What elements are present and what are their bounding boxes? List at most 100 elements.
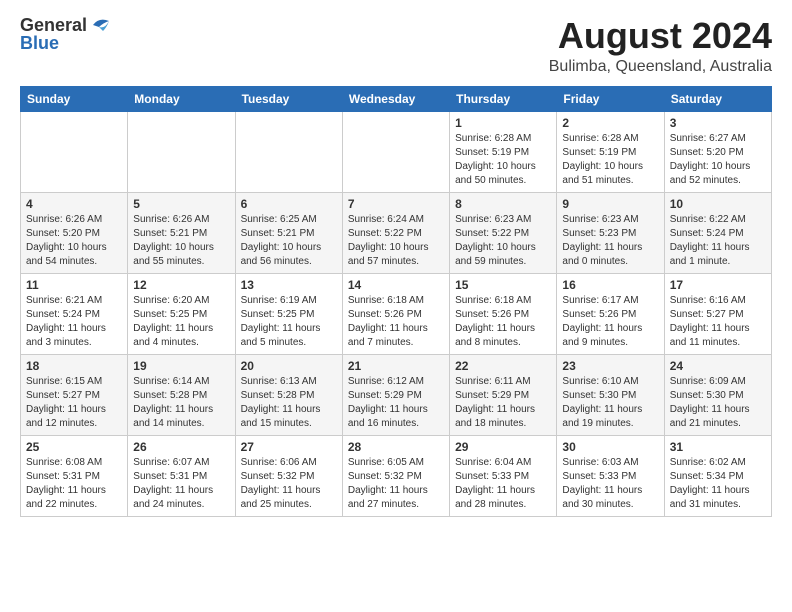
day-number: 1	[455, 116, 551, 130]
day-number: 26	[133, 440, 229, 454]
day-number: 13	[241, 278, 337, 292]
calendar-week-row: 25 Sunrise: 6:08 AMSunset: 5:31 PMDayligh…	[21, 435, 772, 516]
day-number: 5	[133, 197, 229, 211]
day-info: Sunrise: 6:17 AMSunset: 5:26 PMDaylight:…	[562, 294, 658, 350]
day-number: 14	[348, 278, 444, 292]
calendar-cell: 24 Sunrise: 6:09 AMSunset: 5:30 PMDayligh…	[664, 354, 771, 435]
day-info: Sunrise: 6:26 AMSunset: 5:21 PMDaylight:…	[133, 213, 229, 269]
day-number: 18	[26, 359, 122, 373]
calendar-cell: 6 Sunrise: 6:25 AMSunset: 5:21 PMDaylight…	[235, 192, 342, 273]
calendar-cell: 12Sunrise: 6:20 AMSunset: 5:25 PMDayligh…	[128, 273, 235, 354]
day-number: 16	[562, 278, 658, 292]
day-info: Sunrise: 6:28 AMSunset: 5:19 PMDaylight:…	[562, 132, 658, 188]
day-info: Sunrise: 6:19 AMSunset: 5:25 PMDaylight:…	[241, 294, 337, 350]
day-info: Sunrise: 6:12 AMSunset: 5:29 PMDaylight:…	[348, 375, 444, 431]
weekday-header: Saturday	[664, 86, 771, 111]
day-info: Sunrise: 6:10 AMSunset: 5:30 PMDaylight:…	[562, 375, 658, 431]
calendar-cell: 14Sunrise: 6:18 AMSunset: 5:26 PMDayligh…	[342, 273, 449, 354]
day-number: 24	[670, 359, 766, 373]
day-info: Sunrise: 6:23 AMSunset: 5:22 PMDaylight:…	[455, 213, 551, 269]
calendar-table: SundayMondayTuesdayWednesdayThursdayFrid…	[20, 86, 772, 517]
weekday-header: Thursday	[450, 86, 557, 111]
day-number: 30	[562, 440, 658, 454]
day-info: Sunrise: 6:09 AMSunset: 5:30 PMDaylight:…	[670, 375, 766, 431]
calendar-cell	[342, 111, 449, 192]
calendar-cell: 20 Sunrise: 6:13 AMSunset: 5:28 PMDayligh…	[235, 354, 342, 435]
day-number: 25	[26, 440, 122, 454]
day-number: 9	[562, 197, 658, 211]
day-number: 6	[241, 197, 337, 211]
day-number: 20	[241, 359, 337, 373]
calendar-cell: 5 Sunrise: 6:26 AMSunset: 5:21 PMDaylight…	[128, 192, 235, 273]
calendar-cell: 28 Sunrise: 6:05 AMSunset: 5:32 PMDayligh…	[342, 435, 449, 516]
calendar-cell: 3 Sunrise: 6:27 AMSunset: 5:20 PMDaylight…	[664, 111, 771, 192]
day-info: Sunrise: 6:08 AMSunset: 5:31 PMDaylight:…	[26, 456, 122, 512]
day-number: 28	[348, 440, 444, 454]
day-number: 8	[455, 197, 551, 211]
calendar-cell: 2Sunrise: 6:28 AMSunset: 5:19 PMDaylight…	[557, 111, 664, 192]
header-row: SundayMondayTuesdayWednesdayThursdayFrid…	[21, 86, 772, 111]
calendar-cell: 21Sunrise: 6:12 AMSunset: 5:29 PMDayligh…	[342, 354, 449, 435]
title-area: August 2024 Bulimba, Queensland, Austral…	[549, 16, 772, 76]
weekday-header: Sunday	[21, 86, 128, 111]
day-info: Sunrise: 6:03 AMSunset: 5:33 PMDaylight:…	[562, 456, 658, 512]
weekday-header: Friday	[557, 86, 664, 111]
day-info: Sunrise: 6:13 AMSunset: 5:28 PMDaylight:…	[241, 375, 337, 431]
day-info: Sunrise: 6:02 AMSunset: 5:34 PMDaylight:…	[670, 456, 766, 512]
calendar-cell: 16 Sunrise: 6:17 AMSunset: 5:26 PMDayligh…	[557, 273, 664, 354]
calendar-week-row: 1 Sunrise: 6:28 AMSunset: 5:19 PMDaylight…	[21, 111, 772, 192]
day-info: Sunrise: 6:22 AMSunset: 5:24 PMDaylight:…	[670, 213, 766, 269]
day-number: 31	[670, 440, 766, 454]
day-info: Sunrise: 6:25 AMSunset: 5:21 PMDaylight:…	[241, 213, 337, 269]
logo: General Blue	[20, 16, 113, 52]
day-number: 7	[348, 197, 444, 211]
weekday-header: Monday	[128, 86, 235, 111]
weekday-header: Tuesday	[235, 86, 342, 111]
day-number: 12	[133, 278, 229, 292]
calendar-cell: 18 Sunrise: 6:15 AMSunset: 5:27 PMDayligh…	[21, 354, 128, 435]
day-info: Sunrise: 6:23 AMSunset: 5:23 PMDaylight:…	[562, 213, 658, 269]
day-info: Sunrise: 6:15 AMSunset: 5:27 PMDaylight:…	[26, 375, 122, 431]
calendar-cell: 22 Sunrise: 6:11 AMSunset: 5:29 PMDayligh…	[450, 354, 557, 435]
calendar-cell: 4Sunrise: 6:26 AMSunset: 5:20 PMDaylight…	[21, 192, 128, 273]
day-info: Sunrise: 6:27 AMSunset: 5:20 PMDaylight:…	[670, 132, 766, 188]
logo-blue: Blue	[20, 34, 59, 52]
calendar-cell: 10 Sunrise: 6:22 AMSunset: 5:24 PMDayligh…	[664, 192, 771, 273]
calendar-cell: 23 Sunrise: 6:10 AMSunset: 5:30 PMDayligh…	[557, 354, 664, 435]
logo-general: General	[20, 16, 87, 34]
day-info: Sunrise: 6:24 AMSunset: 5:22 PMDaylight:…	[348, 213, 444, 269]
day-number: 27	[241, 440, 337, 454]
day-info: Sunrise: 6:07 AMSunset: 5:31 PMDaylight:…	[133, 456, 229, 512]
calendar-cell	[235, 111, 342, 192]
calendar-cell: 8 Sunrise: 6:23 AMSunset: 5:22 PMDaylight…	[450, 192, 557, 273]
day-number: 3	[670, 116, 766, 130]
day-info: Sunrise: 6:11 AMSunset: 5:29 PMDaylight:…	[455, 375, 551, 431]
calendar-cell: 25 Sunrise: 6:08 AMSunset: 5:31 PMDayligh…	[21, 435, 128, 516]
day-number: 23	[562, 359, 658, 373]
calendar-cell: 19Sunrise: 6:14 AMSunset: 5:28 PMDayligh…	[128, 354, 235, 435]
calendar-cell	[128, 111, 235, 192]
day-number: 29	[455, 440, 551, 454]
day-info: Sunrise: 6:06 AMSunset: 5:32 PMDaylight:…	[241, 456, 337, 512]
calendar-title: August 2024	[549, 16, 772, 56]
calendar-week-row: 4Sunrise: 6:26 AMSunset: 5:20 PMDaylight…	[21, 192, 772, 273]
calendar-cell: 29 Sunrise: 6:04 AMSunset: 5:33 PMDayligh…	[450, 435, 557, 516]
day-info: Sunrise: 6:28 AMSunset: 5:19 PMDaylight:…	[455, 132, 551, 188]
day-info: Sunrise: 6:14 AMSunset: 5:28 PMDaylight:…	[133, 375, 229, 431]
day-number: 15	[455, 278, 551, 292]
weekday-header: Wednesday	[342, 86, 449, 111]
day-number: 22	[455, 359, 551, 373]
calendar-cell: 17Sunrise: 6:16 AMSunset: 5:27 PMDayligh…	[664, 273, 771, 354]
calendar-cell: 7 Sunrise: 6:24 AMSunset: 5:22 PMDaylight…	[342, 192, 449, 273]
calendar-week-row: 11Sunrise: 6:21 AMSunset: 5:24 PMDayligh…	[21, 273, 772, 354]
day-info: Sunrise: 6:04 AMSunset: 5:33 PMDaylight:…	[455, 456, 551, 512]
calendar-cell: 27 Sunrise: 6:06 AMSunset: 5:32 PMDayligh…	[235, 435, 342, 516]
calendar-cell: 31 Sunrise: 6:02 AMSunset: 5:34 PMDayligh…	[664, 435, 771, 516]
day-info: Sunrise: 6:21 AMSunset: 5:24 PMDaylight:…	[26, 294, 122, 350]
day-number: 10	[670, 197, 766, 211]
calendar-cell: 30 Sunrise: 6:03 AMSunset: 5:33 PMDayligh…	[557, 435, 664, 516]
day-info: Sunrise: 6:18 AMSunset: 5:26 PMDaylight:…	[455, 294, 551, 350]
day-info: Sunrise: 6:16 AMSunset: 5:27 PMDaylight:…	[670, 294, 766, 350]
day-info: Sunrise: 6:05 AMSunset: 5:32 PMDaylight:…	[348, 456, 444, 512]
calendar-week-row: 18 Sunrise: 6:15 AMSunset: 5:27 PMDayligh…	[21, 354, 772, 435]
